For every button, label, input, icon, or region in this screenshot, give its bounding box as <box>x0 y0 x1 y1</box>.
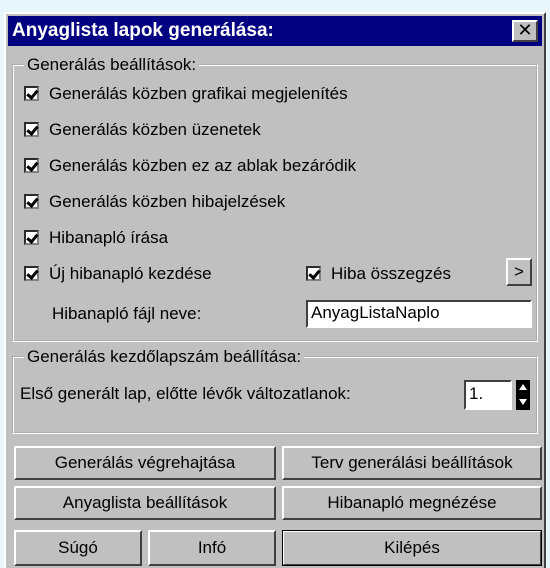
option-error-summary[interactable]: Hiba összegzés <box>306 264 451 284</box>
page-spinner[interactable] <box>516 380 530 410</box>
first-page-input[interactable]: 1. <box>464 380 512 410</box>
checkbox-checked-icon[interactable] <box>24 86 39 101</box>
option-write-log[interactable]: Hibanapló írása <box>24 228 168 248</box>
spin-down-icon[interactable] <box>516 395 530 410</box>
help-button[interactable]: Súgó <box>14 530 142 566</box>
more-options-button[interactable]: > <box>506 258 532 286</box>
checkbox-checked-icon[interactable] <box>24 230 39 245</box>
page-number-group: Generálás kezdőlapszám beállítása: Első … <box>12 347 538 434</box>
option-graphics-display[interactable]: Generálás közben grafikai megjelenítés <box>24 84 348 104</box>
option-messages[interactable]: Generálás közben üzenetek <box>24 120 261 140</box>
settings-group: Generálás beállítások: Generálás közben … <box>12 55 538 342</box>
exit-button[interactable]: Kilépés <box>282 530 542 566</box>
option-close-window[interactable]: Generálás közben ez az ablak bezáródik <box>24 156 356 176</box>
option-label: Új hibanapló kezdése <box>49 264 212 283</box>
plan-settings-button[interactable]: Terv generálási beállítások <box>282 446 542 480</box>
option-label: Generálás közben hibajelzések <box>49 192 286 211</box>
option-label: Generálás közben ez az ablak bezáródik <box>49 156 357 175</box>
dialog-window: Anyaglista lapok generálása: ✕ Generálás… <box>4 12 546 568</box>
close-button[interactable]: ✕ <box>512 20 538 42</box>
first-page-label: Első generált lap, előtte lévők változat… <box>20 384 351 403</box>
execute-generation-button[interactable]: Generálás végrehajtása <box>14 446 276 480</box>
option-new-log[interactable]: Új hibanapló kezdése <box>24 264 212 284</box>
settings-group-legend: Generálás beállítások: <box>24 55 200 75</box>
close-icon: ✕ <box>517 20 533 40</box>
option-error-reports[interactable]: Generálás közben hibajelzések <box>24 192 285 212</box>
checkbox-checked-icon[interactable] <box>306 266 321 281</box>
option-label: Generálás közben grafikai megjelenítés <box>49 84 348 103</box>
checkbox-checked-icon[interactable] <box>24 158 39 173</box>
info-button[interactable]: Infó <box>148 530 276 566</box>
checkbox-checked-icon[interactable] <box>24 194 39 209</box>
view-log-button[interactable]: Hibanapló megnézése <box>282 486 542 520</box>
option-label: Generálás közben üzenetek <box>49 120 261 139</box>
logfile-name-input[interactable]: AnyagListaNaplo <box>306 300 532 328</box>
checkbox-checked-icon[interactable] <box>24 266 39 281</box>
spin-up-icon[interactable] <box>516 380 530 395</box>
logfile-label: Hibanapló fájl neve: <box>52 304 202 323</box>
list-settings-button[interactable]: Anyaglista beállítások <box>14 486 276 520</box>
checkbox-checked-icon[interactable] <box>24 122 39 137</box>
title-bar[interactable]: Anyaglista lapok generálása: ✕ <box>8 16 542 46</box>
window-title: Anyaglista lapok generálása: <box>12 20 274 41</box>
option-label: Hibanapló írása <box>49 228 169 247</box>
option-label: Hiba összegzés <box>331 264 452 283</box>
page-number-group-legend: Generálás kezdőlapszám beállítása: <box>24 347 305 367</box>
